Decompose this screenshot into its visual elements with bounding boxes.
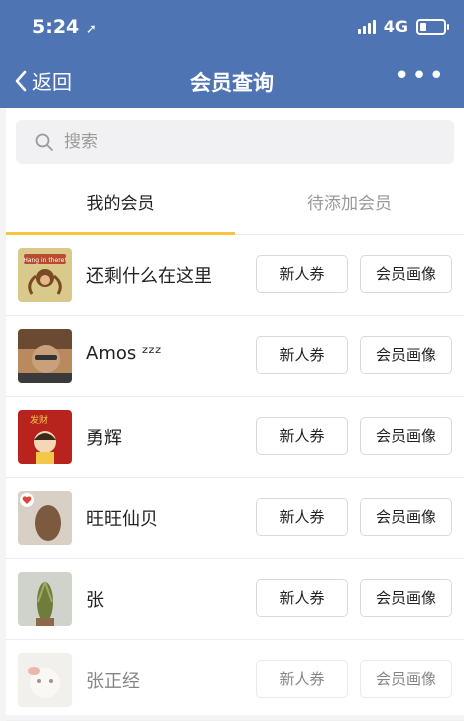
member-profile-button[interactable]: 会员画像 xyxy=(360,579,452,617)
battery-icon xyxy=(416,18,449,35)
list-item[interactable]: 发财 勇辉 新人券 会员画像 xyxy=(6,397,464,478)
member-name: 张正经 xyxy=(86,671,140,692)
more-options-icon[interactable]: ••• xyxy=(394,63,446,89)
network-label: 4G xyxy=(383,17,408,36)
status-indicators: 4G xyxy=(357,17,449,36)
new-coupon-button[interactable]: 新人券 xyxy=(256,417,348,455)
list-item[interactable]: 张 新人券 会员画像 xyxy=(6,559,464,640)
nav-bar: 返回 会员查询 ••• xyxy=(0,56,464,108)
new-coupon-button[interactable]: 新人券 xyxy=(256,660,348,698)
search-bar[interactable] xyxy=(16,120,454,164)
status-bar: 5:24 ➚ 4G xyxy=(0,0,464,56)
avatar xyxy=(18,572,72,626)
new-coupon-button[interactable]: 新人券 xyxy=(256,579,348,617)
location-arrow-icon: ➚ xyxy=(85,22,97,37)
member-profile-button[interactable]: 会员画像 xyxy=(360,498,452,536)
member-tabs: 我的会员 待添加会员 xyxy=(6,178,464,235)
member-name: 还剩什么在这里 xyxy=(86,266,212,287)
member-name: 勇辉 xyxy=(86,428,122,449)
avatar xyxy=(18,653,72,707)
time-text: 5:24 xyxy=(32,16,80,38)
new-coupon-button[interactable]: 新人券 xyxy=(256,255,348,293)
avatar xyxy=(18,491,72,545)
main-content: 我的会员 待添加会员 Hang in there! 还剩什么在这里 新人券 会员… xyxy=(6,108,464,721)
member-profile-button[interactable]: 会员画像 xyxy=(360,417,452,455)
list-item[interactable]: 旺旺仙贝 新人券 会员画像 xyxy=(6,478,464,559)
status-time: 5:24 ➚ xyxy=(32,16,97,38)
member-profile-button[interactable]: 会员画像 xyxy=(360,255,452,293)
avatar: Hang in there! xyxy=(18,248,72,302)
tab-my-members[interactable]: 我的会员 xyxy=(6,178,235,235)
person-avatar-icon xyxy=(18,329,72,383)
pet-avatar-icon xyxy=(18,491,72,545)
svg-text:发财: 发财 xyxy=(30,414,48,426)
avatar xyxy=(18,329,72,383)
member-name: 旺旺仙贝 xyxy=(86,509,158,530)
list-item[interactable]: Hang in there! 还剩什么在这里 新人券 会员画像 xyxy=(6,235,464,316)
member-profile-button[interactable]: 会员画像 xyxy=(360,336,452,374)
search-input[interactable] xyxy=(62,131,426,153)
member-name: 张 xyxy=(86,590,104,611)
new-coupon-button[interactable]: 新人券 xyxy=(256,498,348,536)
list-item[interactable]: 张正经 新人券 会员画像 xyxy=(6,640,464,721)
member-list: Hang in there! 还剩什么在这里 新人券 会员画像 Amos ᶻᶻᶻ… xyxy=(6,235,464,721)
avatar: 发财 xyxy=(18,410,72,464)
fortune-avatar-icon: 发财 xyxy=(18,410,72,464)
search-icon xyxy=(35,133,53,151)
plant-avatar-icon xyxy=(18,572,72,626)
member-name: Amos ᶻᶻᶻ xyxy=(86,343,162,364)
signal-icon xyxy=(357,19,376,34)
new-coupon-button[interactable]: 新人券 xyxy=(256,336,348,374)
cat-avatar-icon xyxy=(18,653,72,707)
monkey-avatar-icon: Hang in there! xyxy=(18,248,72,302)
svg-text:Hang in there!: Hang in there! xyxy=(23,257,66,264)
list-item[interactable]: Amos ᶻᶻᶻ 新人券 会员画像 xyxy=(6,316,464,397)
tab-pending-members[interactable]: 待添加会员 xyxy=(235,178,464,234)
member-profile-button[interactable]: 会员画像 xyxy=(360,660,452,698)
